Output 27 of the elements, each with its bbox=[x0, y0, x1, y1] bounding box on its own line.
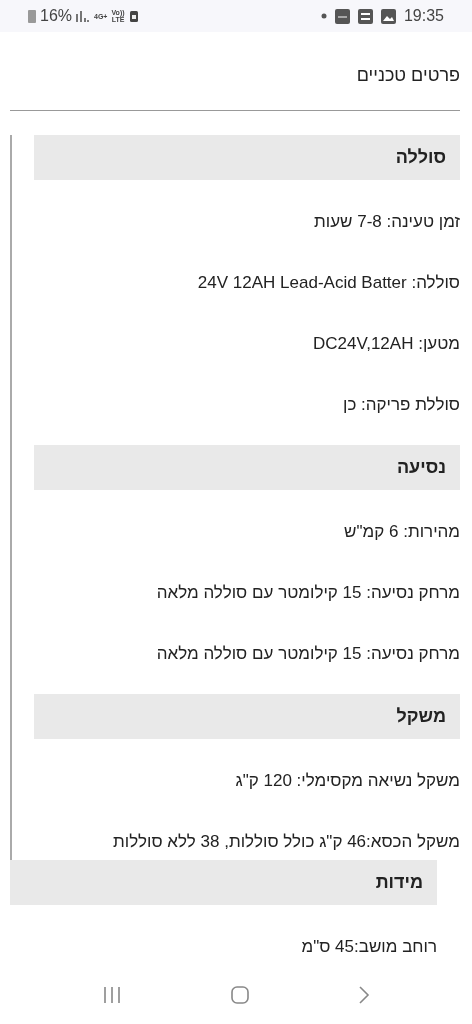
section-header: סוללה bbox=[34, 135, 460, 180]
spec-row-text: זמן טעינה: 7-8 שעות bbox=[313, 211, 460, 233]
spec-row-text: מרחק נסיעה: 15 קילומטר עם סוללה מלאה bbox=[155, 582, 460, 604]
section-header: נסיעה bbox=[34, 445, 460, 490]
back-icon[interactable] bbox=[358, 985, 370, 1005]
spec-row-text: סוללת פריקה: כן bbox=[342, 394, 460, 416]
home-icon[interactable] bbox=[230, 985, 250, 1005]
page-title: פרטים טכניים bbox=[355, 64, 461, 87]
spec-row-text: משקל הכסא:46 ק"ג כולל סוללות, 38 ללא סוללות bbox=[112, 831, 460, 853]
clock: 19:35 bbox=[403, 6, 444, 26]
battery-level: 16% bbox=[40, 6, 73, 26]
section-header: משקל bbox=[34, 694, 460, 739]
section-header: מידות bbox=[10, 860, 437, 905]
signal-icon bbox=[76, 10, 91, 22]
app-icon bbox=[334, 8, 350, 24]
spec-row-text: מהירות: 6 קמ"ש bbox=[343, 521, 460, 543]
spec-row-text: משקל נשיאה מקסימלי: 120 ק"ג bbox=[234, 770, 460, 792]
recent-apps-icon[interactable] bbox=[102, 986, 122, 1004]
spec-row-text: מרחק נסיעה: 15 קילומטר עם סוללה מלאה bbox=[155, 643, 460, 665]
list-icon bbox=[357, 8, 373, 24]
sim-icon bbox=[128, 9, 139, 23]
dot-icon bbox=[320, 13, 327, 19]
spec-row-text: מטען: DC24V,12AH bbox=[311, 333, 460, 355]
image-icon bbox=[380, 8, 396, 24]
battery-icon bbox=[28, 9, 36, 23]
spec-row-text: רוחב מושב:45 ס"מ bbox=[300, 936, 437, 958]
spec-row-text: סוללה: 24V 12AH Lead-Acid Batter bbox=[196, 272, 460, 294]
